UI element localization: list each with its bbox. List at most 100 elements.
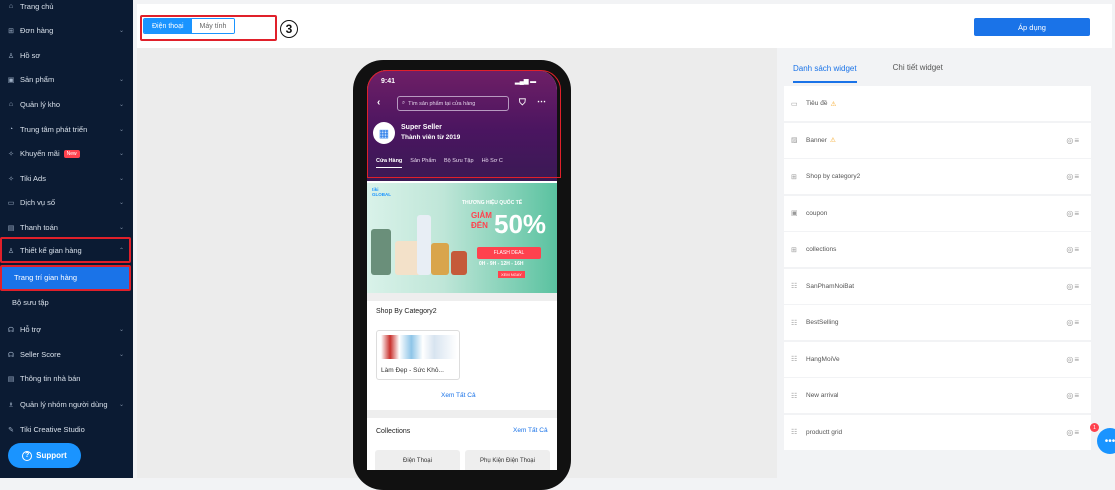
sidebar-item[interactable]: Bộ sưu tập (0, 290, 133, 315)
sidebar-item[interactable]: ⌂ Quản lý kho ⌄ (0, 92, 133, 117)
widget-name: Tiêu đề (806, 100, 828, 107)
sidebar-item-label: Sản phẩm (20, 75, 55, 84)
chevron-down-icon: ⌄ (118, 200, 124, 206)
banner-cta[interactable]: XEM NGAY (498, 271, 525, 278)
sidebar-item[interactable]: ▣ Sản phẩm ⌄ (0, 67, 133, 92)
sidebar-item[interactable]: ⌂ Trang chủ (0, 0, 133, 19)
widget-item[interactable]: ☷ BestSelling ◎≡ (784, 305, 1091, 340)
drag-handle-icon[interactable]: ≡ (1074, 172, 1080, 181)
score-icon: ☊ (7, 351, 15, 359)
cart-icon: ⊞ (8, 27, 14, 35)
product-image (371, 229, 391, 275)
annotation-box-2 (0, 265, 131, 291)
sidebar-item-label: Tiki Ads (20, 174, 46, 183)
home-icon: ⌂ (8, 3, 14, 10)
widget-item[interactable]: ☷ HangMoiVe ◎≡ (784, 341, 1091, 377)
sidebar-item[interactable]: ☊ Hỗ trợ ⌄ (0, 317, 133, 342)
sidebar-item[interactable]: ♙ Hồ sơ (0, 43, 133, 68)
sidebar-item-label: Hồ sơ (20, 51, 41, 60)
box-icon: ▣ (7, 76, 15, 84)
see-all-link[interactable]: Xem Tất Cả (441, 392, 476, 399)
drag-handle-icon[interactable]: ≡ (1074, 318, 1080, 327)
sidebar-item-label: Đơn hàng (20, 26, 54, 35)
sidebar-item[interactable]: ☊ Seller Score ⌄ (0, 342, 133, 367)
banner-headline: THƯƠNG HIỆU QUỐC TẾ (462, 200, 523, 206)
selected-widget-outline (367, 70, 561, 178)
widget-name: Shop by category2 (806, 173, 861, 180)
widget-actions: ◎≡ (1066, 136, 1080, 145)
sidebar-item-label: Tiki Creative Studio (20, 425, 85, 434)
chat-icon: ••• (1104, 435, 1115, 447)
category-section-title: Shop By Category2 (376, 308, 437, 315)
widget-item[interactable]: ▣ coupon ◎≡ (784, 195, 1091, 231)
widget-name: New arrival (806, 392, 839, 399)
collection-card[interactable]: Điện Thoại (375, 450, 460, 470)
sidebar-item[interactable]: ♗ Quản lý nhóm người dùng ⌄ (0, 392, 133, 417)
section-divider (367, 293, 557, 301)
drag-handle-icon[interactable]: ≡ (1074, 136, 1080, 145)
sidebar-item-label: Trung tâm phát triển (20, 125, 88, 134)
sidebar-item[interactable]: ✧ Khuyến mãi New ⌄ (0, 141, 133, 166)
widget-item[interactable]: ⊞ Shop by category2 ◎≡ (784, 159, 1091, 194)
category-card[interactable]: Làm Đẹp - Sức Khỏ... (376, 330, 460, 380)
chat-badge: 1 (1090, 423, 1099, 432)
tab-widget-detail[interactable]: Chi tiết widget (893, 63, 943, 72)
tab-widget-list[interactable]: Danh sách widget (793, 52, 857, 83)
sidebar-item[interactable]: ✎ Tiki Creative Studio (0, 417, 133, 442)
drag-handle-icon[interactable]: ≡ (1074, 391, 1080, 400)
widget-name: Banner (806, 136, 827, 144)
drag-handle-icon[interactable]: ≡ (1074, 428, 1080, 437)
apply-button[interactable]: Áp dụng (974, 18, 1090, 36)
list-icon: ☷ (791, 283, 798, 290)
chevron-down-icon: ⌄ (118, 327, 124, 333)
support-button[interactable]: ? Support (8, 443, 81, 468)
category-image (381, 335, 457, 359)
sidebar-item-label: Hỗ trợ (20, 325, 42, 334)
sidebar-item[interactable]: ▤ Thông tin nhà bán (0, 366, 133, 391)
drag-handle-icon[interactable]: ≡ (1074, 355, 1080, 364)
collection-card[interactable]: Phụ Kiện Điện Thoại (465, 450, 550, 470)
widget-actions: ◎≡ (1066, 245, 1080, 254)
ads-icon: ✧ (8, 175, 14, 183)
sidebar-item[interactable]: ▭ Dịch vụ số ⌄ (0, 190, 133, 215)
grid-icon: ⊞ (791, 173, 797, 181)
section-divider (367, 410, 557, 418)
banner-hours: 0H - 9H - 12H - 16H (479, 261, 524, 267)
list-icon: ☷ (791, 319, 798, 327)
banner-icon: ▨ (791, 137, 798, 144)
warning-icon: ⚠ (830, 100, 837, 108)
warning-icon: ⚠ (829, 137, 836, 144)
support-label: Support (36, 451, 67, 460)
sidebar-item[interactable]: ◔ Trung tâm phát triển ⌄ (0, 117, 133, 142)
widget-item[interactable]: ☷ SanPhamNoiBat ◎≡ (784, 268, 1091, 304)
warehouse-icon: ⌂ (8, 101, 14, 108)
drag-handle-icon[interactable]: ≡ (1074, 245, 1080, 254)
sidebar-item-label: Thanh toán (20, 223, 58, 232)
product-image (431, 243, 449, 275)
sidebar-item[interactable]: ⊞ Đơn hàng ⌄ (0, 18, 133, 43)
drag-handle-icon[interactable]: ≡ (1074, 209, 1080, 218)
collection-label: Điện Thoại (403, 458, 432, 464)
chevron-down-icon: ⌄ (118, 402, 124, 408)
widget-item[interactable]: ☷ productt grid ◎≡ (784, 414, 1091, 450)
promo-icon: ✧ (8, 150, 14, 158)
widget-actions: ◎≡ (1066, 172, 1080, 181)
sidebar-item-label: Seller Score (20, 350, 61, 359)
widget-item[interactable]: ☷ New arrival ◎≡ (784, 378, 1091, 413)
widget-item[interactable]: ▭ Tiêu đề ⚠ (784, 86, 1091, 121)
widget-name: coupon (806, 209, 828, 217)
new-badge: New (63, 149, 80, 158)
sidebar-item-label: Quản lý nhóm người dùng (20, 400, 108, 409)
widget-name: HangMoiVe (806, 355, 840, 363)
collections-see-all-link[interactable]: Xem Tất Cả (513, 427, 548, 434)
sidebar-item-label: Thông tin nhà bán (20, 374, 81, 383)
category-card-label: Làm Đẹp - Sức Khỏ... (381, 367, 444, 374)
sidebar-item[interactable]: ✧ Tiki Ads ⌄ (0, 166, 133, 191)
drag-handle-icon[interactable]: ≡ (1074, 282, 1080, 291)
promo-banner[interactable]: tiki GLOBAL THƯƠNG HIỆU QUỐC TẾ GIẢM ĐẾN… (367, 183, 557, 293)
widget-item[interactable]: ▨ Banner ⚠ ◎≡ (784, 122, 1091, 158)
chevron-down-icon: ⌄ (118, 151, 124, 157)
brush-icon: ✎ (8, 426, 14, 434)
widget-item[interactable]: ⊞ collections ◎≡ (784, 232, 1091, 267)
help-icon: ☊ (7, 326, 15, 334)
